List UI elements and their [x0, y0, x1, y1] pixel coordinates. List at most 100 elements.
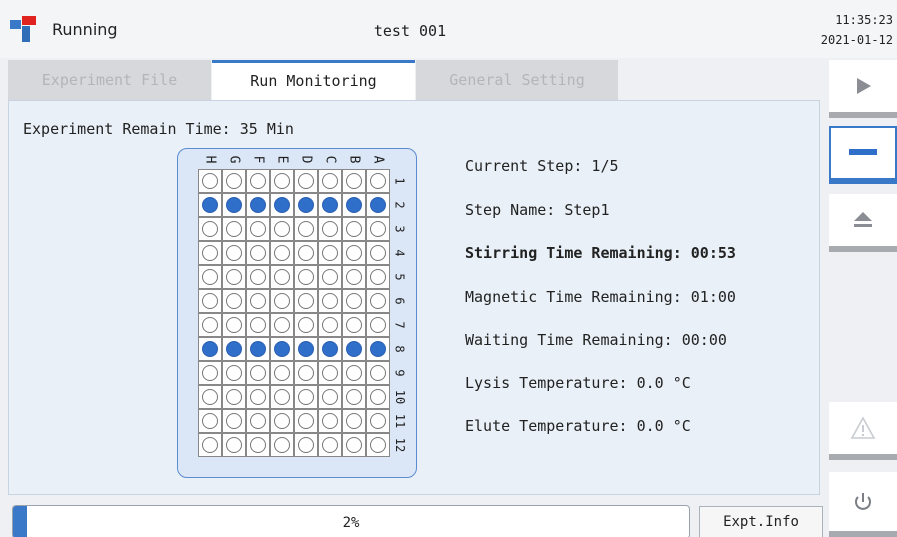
well-empty [202, 413, 218, 429]
plate-column-label: C [322, 155, 338, 164]
power-icon [855, 492, 871, 510]
plate-well-cell [342, 241, 366, 265]
well-empty [346, 293, 362, 309]
well-plate: HGFEDCBA 1 2 3 4 5 6 7 8 9 10 11 12 [177, 148, 417, 478]
run-monitoring-panel: Experiment Remain Time: 35 Min HGFEDCBA … [8, 100, 820, 495]
plate-well-cell [222, 433, 246, 457]
power-button[interactable] [829, 472, 897, 537]
warning-button[interactable] [829, 402, 897, 460]
well-empty [322, 389, 338, 405]
well-filled [202, 341, 218, 357]
plate-column-label: B [346, 155, 362, 164]
well-empty [274, 293, 290, 309]
plate-column-label: G [226, 155, 242, 164]
clock-time: 11:35:23 [835, 13, 893, 27]
well-empty [346, 317, 362, 333]
plate-well-cell [246, 241, 270, 265]
plate-well-cell [222, 385, 246, 409]
plate-well-cell [222, 169, 246, 193]
plate-row-label: 7 [392, 321, 407, 329]
well-empty [346, 413, 362, 429]
well-empty [298, 293, 314, 309]
well-empty [202, 173, 218, 189]
well-empty [274, 389, 290, 405]
plate-well-cell [246, 313, 270, 337]
tab-general-setting[interactable]: General Setting [416, 60, 618, 100]
plate-well-cell [342, 361, 366, 385]
tab-run-monitoring[interactable]: Run Monitoring [212, 60, 415, 100]
well-empty [298, 437, 314, 453]
expt-info-button[interactable]: Expt.Info [699, 506, 823, 537]
well-empty [250, 173, 266, 189]
plate-well-cell [366, 313, 390, 337]
well-empty [274, 413, 290, 429]
step-name: Step Name: Step1 [465, 201, 610, 219]
plate-well-cell [222, 193, 246, 217]
plate-well-cell [198, 409, 222, 433]
plate-row-label: 5 [392, 273, 407, 281]
well-empty [370, 413, 386, 429]
plate-well-cell [318, 433, 342, 457]
plate-well-cell [294, 337, 318, 361]
well-filled [274, 341, 290, 357]
elute-temperature: Elute Temperature: 0.0 °C [465, 417, 691, 435]
well-empty [202, 221, 218, 237]
well-empty [322, 269, 338, 285]
plate-well-cell [342, 169, 366, 193]
plate-well-cell [270, 337, 294, 361]
plate-well-cell [318, 217, 342, 241]
plate-column-label: E [274, 155, 290, 164]
well-empty [370, 245, 386, 261]
well-empty [226, 389, 242, 405]
well-empty [322, 317, 338, 333]
well-grid [198, 169, 390, 457]
plate-well-cell [294, 265, 318, 289]
plate-well-cell [270, 289, 294, 313]
plate-well-cell [294, 193, 318, 217]
plate-row-label: 2 [392, 201, 407, 209]
plate-well-cell [270, 241, 294, 265]
well-empty [274, 437, 290, 453]
well-empty [346, 365, 362, 381]
well-empty [250, 413, 266, 429]
play-button[interactable] [829, 60, 897, 118]
plate-well-cell [270, 193, 294, 217]
well-empty [226, 293, 242, 309]
plate-well-cell [366, 217, 390, 241]
plate-column-label: H [202, 155, 218, 164]
well-filled [250, 341, 266, 357]
stirring-time-remaining: Stirring Time Remaining: 00:53 [465, 244, 736, 262]
plate-well-cell [366, 433, 390, 457]
well-empty [298, 413, 314, 429]
well-filled [346, 197, 362, 213]
plate-well-cell [246, 337, 270, 361]
well-empty [226, 317, 242, 333]
plate-well-cell [318, 241, 342, 265]
plate-well-cell [222, 337, 246, 361]
well-empty [226, 269, 242, 285]
well-empty [274, 221, 290, 237]
plate-well-cell [366, 289, 390, 313]
plate-well-cell [246, 361, 270, 385]
plate-well-cell [198, 361, 222, 385]
eject-button[interactable] [829, 194, 897, 252]
plate-well-cell [222, 241, 246, 265]
stop-button[interactable] [829, 126, 897, 184]
well-empty [346, 245, 362, 261]
clock: 11:35:23 2021-01-12 [821, 10, 893, 50]
plate-row-label: 12 [392, 437, 407, 453]
plate-well-cell [198, 241, 222, 265]
plate-column-label: F [250, 155, 266, 164]
plate-well-cell [366, 385, 390, 409]
well-filled [274, 197, 290, 213]
plate-well-cell [222, 409, 246, 433]
plate-well-cell [294, 385, 318, 409]
well-empty [346, 221, 362, 237]
well-empty [322, 173, 338, 189]
run-progress-bar: 2% [12, 505, 690, 537]
eject-icon [854, 212, 872, 227]
plate-well-cell [294, 241, 318, 265]
well-empty [346, 437, 362, 453]
plate-well-cell [294, 169, 318, 193]
tab-experiment-file[interactable]: Experiment File [8, 60, 211, 100]
